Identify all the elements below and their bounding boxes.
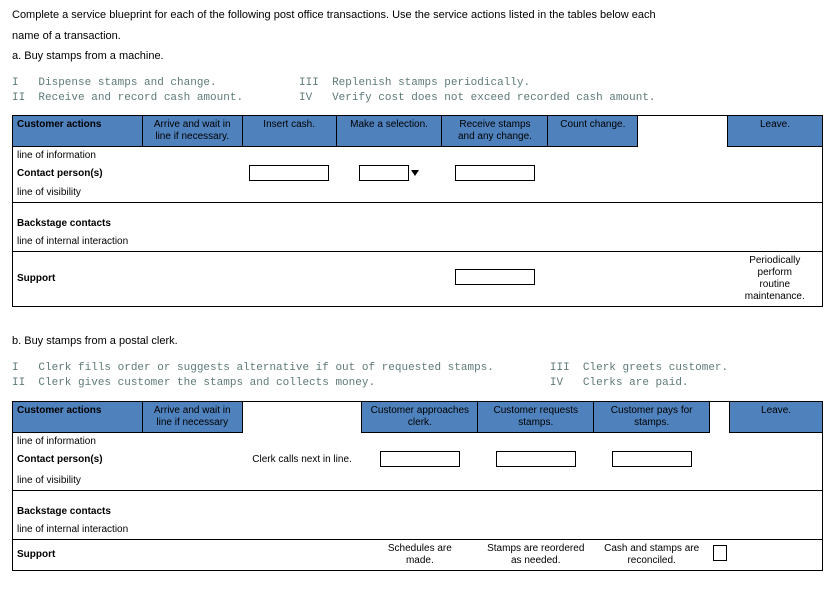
- a-cust-4: Receive stampsand any change.: [442, 116, 547, 146]
- b-cust-3: Customer approachesclerk.: [362, 402, 477, 432]
- row-customer-b: Customer actions: [17, 405, 101, 416]
- a-cust-6: Leave.: [728, 116, 822, 134]
- b-backstage: Backstage contacts: [17, 506, 111, 517]
- a-cust-5: Count change.: [548, 116, 637, 134]
- a-cust-3: Make a selection.: [337, 116, 442, 134]
- b-contact-slot-3[interactable]: [612, 451, 692, 467]
- b-contact-slot-2[interactable]: [496, 451, 576, 467]
- instructions-line1: Complete a service blueprint for each of…: [12, 8, 825, 23]
- b-line-info: line of information: [13, 433, 142, 451]
- b-cust-1: Arrive and wait inline if necessary: [143, 402, 242, 432]
- b-support-4: Stamps are reorderedas needed.: [478, 540, 594, 570]
- b-cust-4: Customer requestsstamps.: [478, 402, 593, 432]
- b-contact-slot-1[interactable]: [380, 451, 460, 467]
- a-contact-slot-3[interactable]: [455, 165, 535, 181]
- b-support-slot[interactable]: [713, 545, 727, 561]
- a-line-info: line of information: [13, 147, 142, 165]
- dropdown-icon[interactable]: [411, 170, 419, 176]
- a-cust-2: Insert cash.: [243, 116, 336, 134]
- a-line-vis: line of visibility: [13, 184, 142, 202]
- a-contact-slot-1[interactable]: [249, 165, 329, 181]
- blueprint-b: Customer actions Arrive and wait inline …: [12, 401, 823, 571]
- b-cust-6: Leave.: [730, 402, 822, 420]
- b-support-5: Cash and stamps arereconciled.: [594, 540, 710, 570]
- a-contact: Contact person(s): [17, 168, 103, 179]
- instructions-line2: name of a transaction.: [12, 29, 825, 44]
- part-b-roman-list: I Clerk fills order or suggests alternat…: [12, 361, 825, 391]
- a-support-note: Periodically performroutine maintenance.: [728, 252, 822, 306]
- part-a-label: a. Buy stamps from a machine.: [12, 50, 825, 62]
- a-cust-1: Arrive and wait inline if necessary.: [143, 116, 242, 146]
- a-support: Support: [17, 273, 55, 284]
- b-cust-5: Customer pays forstamps.: [594, 402, 709, 432]
- b-support-3: Schedules aremade.: [362, 540, 478, 570]
- row-customer-a: Customer actions: [17, 119, 101, 130]
- a-support-slot[interactable]: [455, 269, 535, 285]
- a-line-int: line of internal interaction: [13, 233, 142, 251]
- b-line-int: line of internal interaction: [13, 521, 142, 539]
- b-contact: Contact person(s): [17, 454, 103, 465]
- a-backstage: Backstage contacts: [17, 218, 111, 229]
- b-support: Support: [17, 549, 55, 560]
- a-contact-slot-2[interactable]: [359, 165, 409, 181]
- part-b-label: b. Buy stamps from a postal clerk.: [12, 335, 825, 347]
- b-contact-note: Clerk calls next in line.: [242, 451, 362, 469]
- part-a-roman-list: I Dispense stamps and change. II Receive…: [12, 76, 825, 106]
- blueprint-a: Customer actions Arrive and wait inline …: [12, 115, 823, 307]
- b-line-vis: line of visibility: [13, 472, 142, 490]
